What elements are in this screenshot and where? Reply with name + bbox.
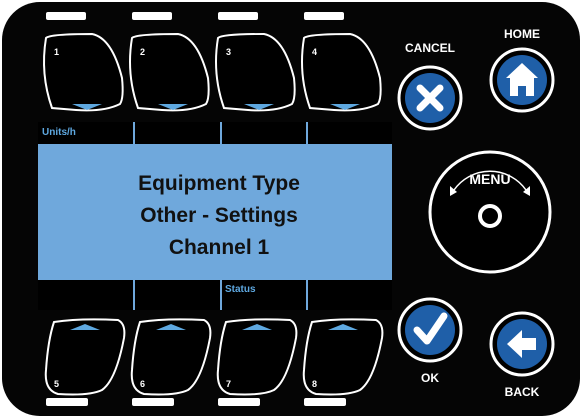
softkey-number: 1 xyxy=(54,47,59,57)
softkey-number: 8 xyxy=(312,379,317,389)
softkey-number: 5 xyxy=(54,379,59,389)
home-button[interactable] xyxy=(489,47,555,113)
softkey-indicator-bar xyxy=(46,398,88,406)
softkey-indicator-bar xyxy=(132,12,172,20)
softkey-indicator-bar xyxy=(304,398,346,406)
softkey-number: 4 xyxy=(312,47,317,57)
ok-label: OK xyxy=(421,371,439,385)
softkey-number: 6 xyxy=(140,379,145,389)
home-label: HOME xyxy=(504,27,540,41)
softkey-number: 2 xyxy=(140,47,145,57)
keypad-device: 1 2 3 4 Units/h Status Equipment Type Ot… xyxy=(2,2,580,416)
back-label: BACK xyxy=(505,385,540,399)
lcd-line-3: Channel 1 xyxy=(169,236,270,259)
lcd-bottom-row xyxy=(38,280,392,310)
menu-knob-ring xyxy=(428,150,552,274)
menu-label: MENU xyxy=(469,171,510,187)
softkey-indicator-bar xyxy=(132,398,174,406)
lcd-line-1: Equipment Type xyxy=(138,172,300,195)
softkey-indicator-bar xyxy=(304,12,344,20)
lcd-bottom-label: Status xyxy=(225,284,256,295)
softkey-number: 7 xyxy=(226,379,231,389)
menu-knob[interactable]: MENU xyxy=(428,150,552,274)
softkey-number: 3 xyxy=(226,47,231,57)
cancel-label: CANCEL xyxy=(405,41,455,55)
ok-button-face xyxy=(405,305,455,355)
lcd-display: Units/h Status Equipment Type Other - Se… xyxy=(38,122,392,310)
lcd-line-2: Other - Settings xyxy=(140,204,298,227)
softkey-indicator-bar xyxy=(218,12,258,20)
lcd-top-row xyxy=(38,122,392,144)
back-button[interactable] xyxy=(489,311,555,377)
lcd-top-left-label: Units/h xyxy=(42,127,76,138)
cancel-button[interactable] xyxy=(397,65,463,131)
ok-button[interactable] xyxy=(397,297,463,363)
softkey-indicator-bar xyxy=(46,12,86,20)
softkey-indicator-bar xyxy=(218,398,260,406)
